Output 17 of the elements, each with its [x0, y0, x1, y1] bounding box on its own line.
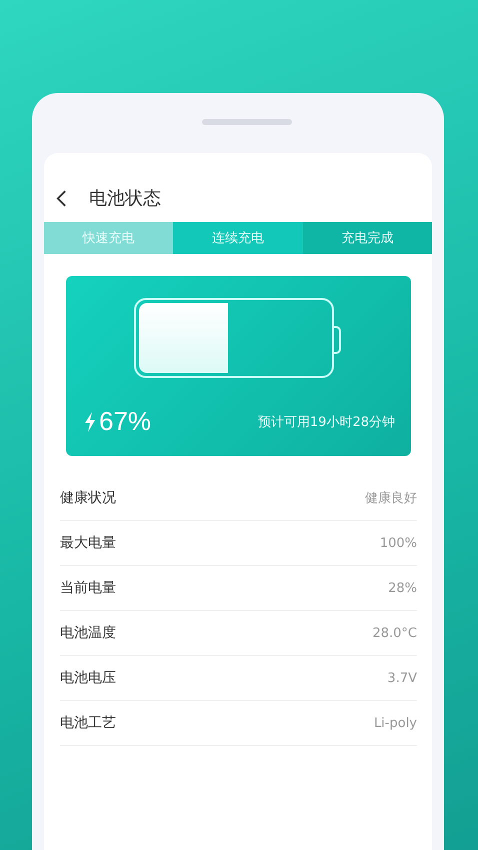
info-label: 健康状况 [60, 489, 116, 507]
battery-percent: 67% [99, 406, 152, 437]
info-value: 28.0°C [372, 626, 417, 640]
time-estimate: 预计可用19小时28分钟 [258, 414, 395, 430]
info-value: 健康良好 [365, 490, 417, 507]
info-value: 3.7V [387, 670, 417, 686]
info-value: 28% [388, 580, 417, 596]
info-label: 电池电压 [60, 669, 116, 687]
back-icon[interactable] [56, 188, 67, 208]
info-label: 当前电量 [60, 579, 116, 597]
info-value: Li-poly [374, 716, 417, 730]
lightning-icon [84, 412, 96, 432]
info-label: 电池工艺 [60, 714, 116, 732]
info-value: 100% [380, 536, 417, 550]
info-label: 电池温度 [60, 624, 116, 642]
info-label: 最大电量 [60, 534, 116, 552]
page-title: 电池状态 [89, 187, 161, 210]
